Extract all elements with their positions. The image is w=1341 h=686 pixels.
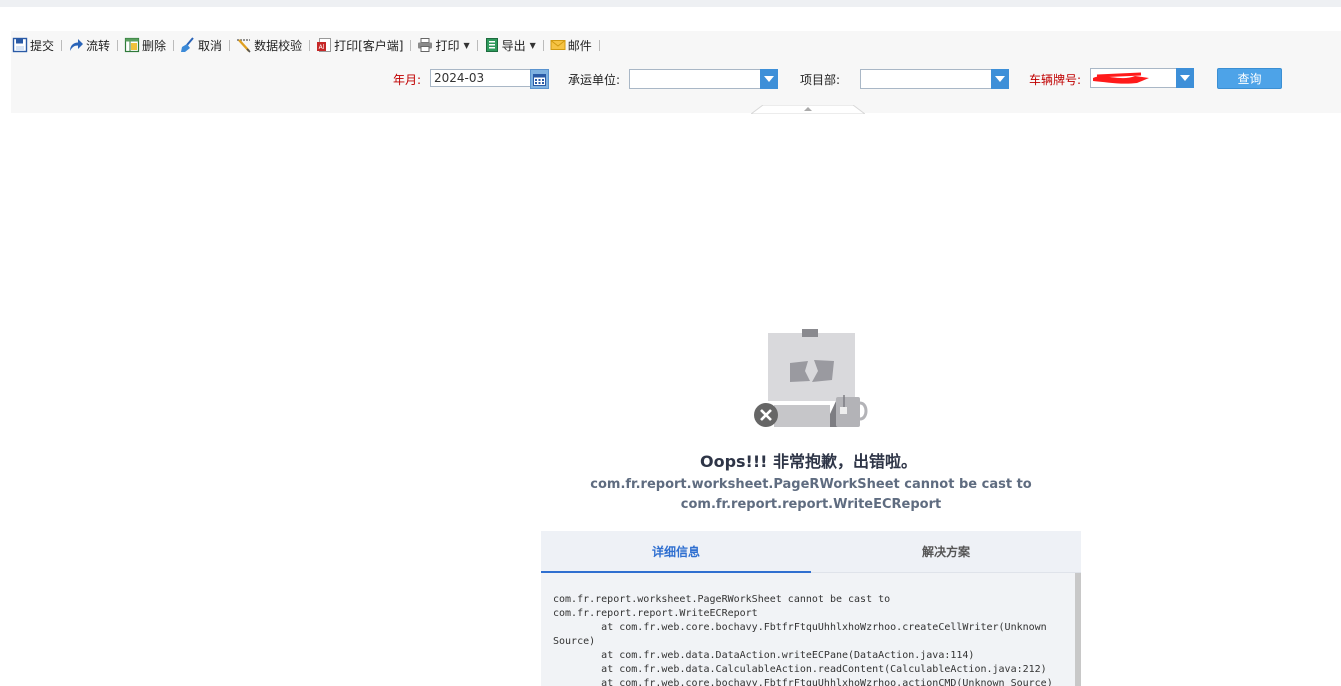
project-dropdown-button[interactable] <box>991 69 1009 89</box>
excel-export-icon <box>485 38 498 52</box>
forward-arrow-icon <box>70 39 84 51</box>
save-icon <box>12 37 28 53</box>
project-label: 项目部: <box>800 73 841 87</box>
table-icon <box>124 37 140 53</box>
error-detail-panel: 详细信息 解决方案 com.fr.report.worksheet.PageRW… <box>541 531 1081 686</box>
toolbar: 提交 流转 删除 取消 数据校验 Al 打印[客户端] 打印 ▼ 导出 ▼ 邮件 <box>11 31 1341 58</box>
delete-button[interactable]: 删除 <box>124 36 166 54</box>
toolbar-separator <box>61 39 63 51</box>
toolbar-separator <box>309 39 311 51</box>
print-client-label: 打印[客户端] <box>334 38 404 53</box>
toolbar-separator <box>542 39 544 51</box>
submit-button[interactable]: 提交 <box>12 36 54 54</box>
error-title: Oops!!! 非常抱歉，出错啦。 <box>699 452 918 471</box>
mail-label: 邮件 <box>567 38 592 53</box>
toolbar-separator <box>117 39 119 51</box>
export-button[interactable]: 导出 ▼ <box>484 36 536 54</box>
carrier-field[interactable] <box>629 69 761 89</box>
redaction-mark <box>1093 72 1149 84</box>
broom-icon <box>181 37 194 52</box>
cancel-button[interactable]: 取消 <box>180 36 222 54</box>
toolbar-separator <box>598 39 600 51</box>
transfer-button[interactable]: 流转 <box>68 36 110 54</box>
chevron-down-icon: ▼ <box>529 40 536 50</box>
dropdown-arrow-icon <box>1180 75 1190 81</box>
plate-field[interactable] <box>1090 68 1177 88</box>
year-month-label: 年月: <box>393 73 422 87</box>
carrier-label: 承运单位: <box>568 73 621 87</box>
dropdown-arrow-icon <box>995 76 1005 82</box>
plate-dropdown-button[interactable] <box>1176 68 1194 88</box>
transfer-label: 流转 <box>86 38 111 53</box>
envelope-icon <box>550 40 566 50</box>
printer-icon <box>418 38 433 52</box>
print-client-button[interactable]: Al 打印[客户端] <box>316 36 403 54</box>
export-label: 导出 <box>501 38 526 53</box>
tab-details[interactable]: 详细信息 <box>541 531 811 573</box>
stack-trace: com.fr.report.worksheet.PageRWorkSheet c… <box>553 594 1053 686</box>
chevron-down-icon: ▼ <box>463 40 470 50</box>
year-month-field[interactable] <box>430 69 531 87</box>
validate-button[interactable]: 数据校验 <box>236 36 302 54</box>
calendar-button[interactable] <box>530 69 549 89</box>
toolbar-items: 提交 流转 删除 取消 数据校验 Al 打印[客户端] 打印 ▼ 导出 ▼ 邮件 <box>12 36 606 54</box>
plate-label: 车辆牌号: <box>1029 73 1082 87</box>
validate-label: 数据校验 <box>254 38 303 53</box>
mail-button[interactable]: 邮件 <box>550 36 592 54</box>
dropdown-arrow-icon <box>764 76 774 82</box>
pdf-print-icon: Al <box>317 38 332 52</box>
submit-label: 提交 <box>30 38 55 53</box>
carrier-dropdown-button[interactable] <box>760 69 778 89</box>
delete-label: 删除 <box>142 38 167 53</box>
project-field[interactable] <box>860 69 992 89</box>
error-message: com.fr.report.worksheet.PageRWorkSheet c… <box>590 477 1032 512</box>
tab-solution[interactable]: 解决方案 <box>811 531 1081 572</box>
parameter-panel: 年月: 承运单位: 项目部: 车辆牌号: 查询 <box>11 58 1341 114</box>
calendar-icon <box>533 73 546 86</box>
validate-icon <box>237 39 251 53</box>
toolbar-separator <box>229 39 231 51</box>
collapse-panel-tab[interactable] <box>751 105 865 114</box>
toolbar-separator <box>410 39 412 51</box>
cancel-label: 取消 <box>198 38 223 53</box>
svg-text:Al: Al <box>319 44 325 51</box>
print-button[interactable]: 打印 ▼ <box>417 36 470 54</box>
toolbar-separator <box>173 39 175 51</box>
toolbar-separator <box>476 39 478 51</box>
error-illustration <box>754 329 868 427</box>
scrollbar[interactable] <box>1075 573 1081 686</box>
query-button[interactable]: 查询 <box>1217 68 1282 89</box>
top-strip <box>0 0 1341 7</box>
print-label: 打印 <box>435 38 460 53</box>
error-tabs: 详细信息 解决方案 <box>541 531 1081 573</box>
